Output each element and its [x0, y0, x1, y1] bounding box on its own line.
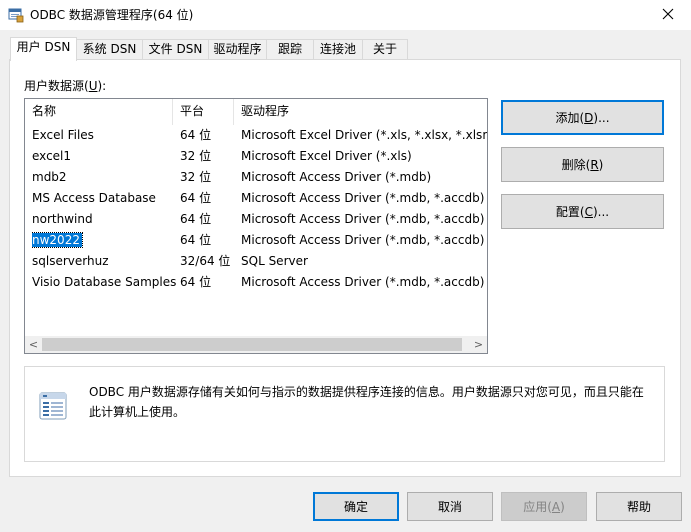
scroll-left-arrow-icon[interactable]: <	[25, 336, 42, 353]
dsn-name: Excel Files	[32, 128, 94, 142]
tab-connection-pooling[interactable]: 连接池	[313, 39, 363, 60]
list-header: 名称 平台 驱动程序	[25, 99, 487, 125]
info-box: ODBC 用户数据源存储有关如何与指示的数据提供程序连接的信息。用户数据源只对您…	[24, 366, 665, 462]
horizontal-scrollbar[interactable]: < >	[25, 336, 487, 353]
dsn-name: MS Access Database	[32, 191, 156, 205]
dsn-driver: Microsoft Access Driver (*.mdb, *.accdb)	[241, 191, 485, 205]
list-item[interactable]: sqlserverhuz 32/64 位 SQL Server	[25, 251, 487, 272]
data-source-icon	[37, 390, 69, 422]
scrollbar-thumb[interactable]	[42, 338, 462, 351]
help-button[interactable]: 帮助	[596, 492, 682, 521]
window-title: ODBC 数据源管理程序(64 位)	[30, 8, 194, 22]
dsn-platform: 64 位	[180, 275, 212, 289]
list-item[interactable]: excel1 32 位 Microsoft Excel Driver (*.xl…	[25, 146, 487, 167]
dsn-platform: 32 位	[180, 170, 212, 184]
tab-file-dsn[interactable]: 文件 DSN	[142, 39, 209, 60]
close-icon	[662, 8, 674, 23]
user-dsn-list-label: 用户数据源(U):	[24, 79, 107, 93]
column-header-name[interactable]: 名称	[25, 99, 173, 125]
list-rows: Excel Files 64 位 Microsoft Excel Driver …	[25, 125, 487, 293]
dsn-driver: Microsoft Access Driver (*.mdb, *.accdb)	[241, 275, 485, 289]
dsn-platform: 64 位	[180, 191, 212, 205]
dsn-name: sqlserverhuz	[32, 254, 109, 268]
dsn-platform: 64 位	[180, 128, 212, 142]
column-header-platform[interactable]: 平台	[173, 99, 234, 125]
add-button[interactable]: 添加(D)...	[501, 100, 664, 135]
dsn-platform: 64 位	[180, 212, 212, 226]
tab-user-dsn[interactable]: 用户 DSN	[10, 37, 77, 61]
dsn-driver: Microsoft Excel Driver (*.xls)	[241, 149, 412, 163]
dsn-platform: 32/64 位	[180, 254, 231, 268]
dsn-driver: SQL Server	[241, 254, 308, 268]
dsn-driver: Microsoft Access Driver (*.mdb, *.accdb)	[241, 233, 485, 247]
tab-about[interactable]: 关于	[362, 39, 408, 60]
apply-button[interactable]: 应用(A)	[501, 492, 587, 521]
dsn-name: mdb2	[32, 170, 67, 184]
dsn-name: Visio Database Samples	[32, 275, 177, 289]
list-item[interactable]: Visio Database Samples 64 位 Microsoft Ac…	[25, 272, 487, 293]
ok-button[interactable]: 确定	[313, 492, 399, 521]
list-item[interactable]: Excel Files 64 位 Microsoft Excel Driver …	[25, 125, 487, 146]
list-item[interactable]: MS Access Database 64 位 Microsoft Access…	[25, 188, 487, 209]
title-bar: ODBC 数据源管理程序(64 位)	[0, 0, 691, 30]
tab-drivers[interactable]: 驱动程序	[208, 39, 267, 60]
configure-button[interactable]: 配置(C)...	[501, 194, 664, 229]
dsn-platform: 64 位	[180, 233, 212, 247]
scroll-right-arrow-icon[interactable]: >	[470, 336, 487, 353]
dsn-driver: Microsoft Excel Driver (*.xls, *.xlsx, *…	[241, 128, 488, 142]
dsn-driver: Microsoft Access Driver (*.mdb, *.accdb)	[241, 212, 485, 226]
dsn-name: excel1	[32, 149, 72, 163]
selected-dsn-name: nw2022	[32, 232, 83, 248]
odbc-app-icon	[8, 7, 24, 23]
tab-system-dsn[interactable]: 系统 DSN	[76, 39, 143, 60]
dsn-driver: Microsoft Access Driver (*.mdb)	[241, 170, 432, 184]
dsn-platform: 32 位	[180, 149, 212, 163]
list-item-selected[interactable]: nw2022 64 位 Microsoft Access Driver (*.m…	[25, 230, 487, 251]
column-header-driver[interactable]: 驱动程序	[234, 99, 487, 125]
dsn-name: northwind	[32, 212, 93, 226]
dsn-name: nw2022	[32, 230, 180, 251]
close-button[interactable]	[645, 0, 691, 30]
info-description: ODBC 用户数据源存储有关如何与指示的数据提供程序连接的信息。用户数据源只对您…	[89, 385, 644, 419]
list-item[interactable]: northwind 64 位 Microsoft Access Driver (…	[25, 209, 487, 230]
remove-button[interactable]: 删除(R)	[501, 147, 664, 182]
cancel-button[interactable]: 取消	[407, 492, 493, 521]
list-item[interactable]: mdb2 32 位 Microsoft Access Driver (*.mdb…	[25, 167, 487, 188]
user-dsn-list[interactable]: 名称 平台 驱动程序 Excel Files 64 位 Microsoft Ex…	[24, 98, 488, 354]
tab-tracing[interactable]: 跟踪	[266, 39, 314, 60]
